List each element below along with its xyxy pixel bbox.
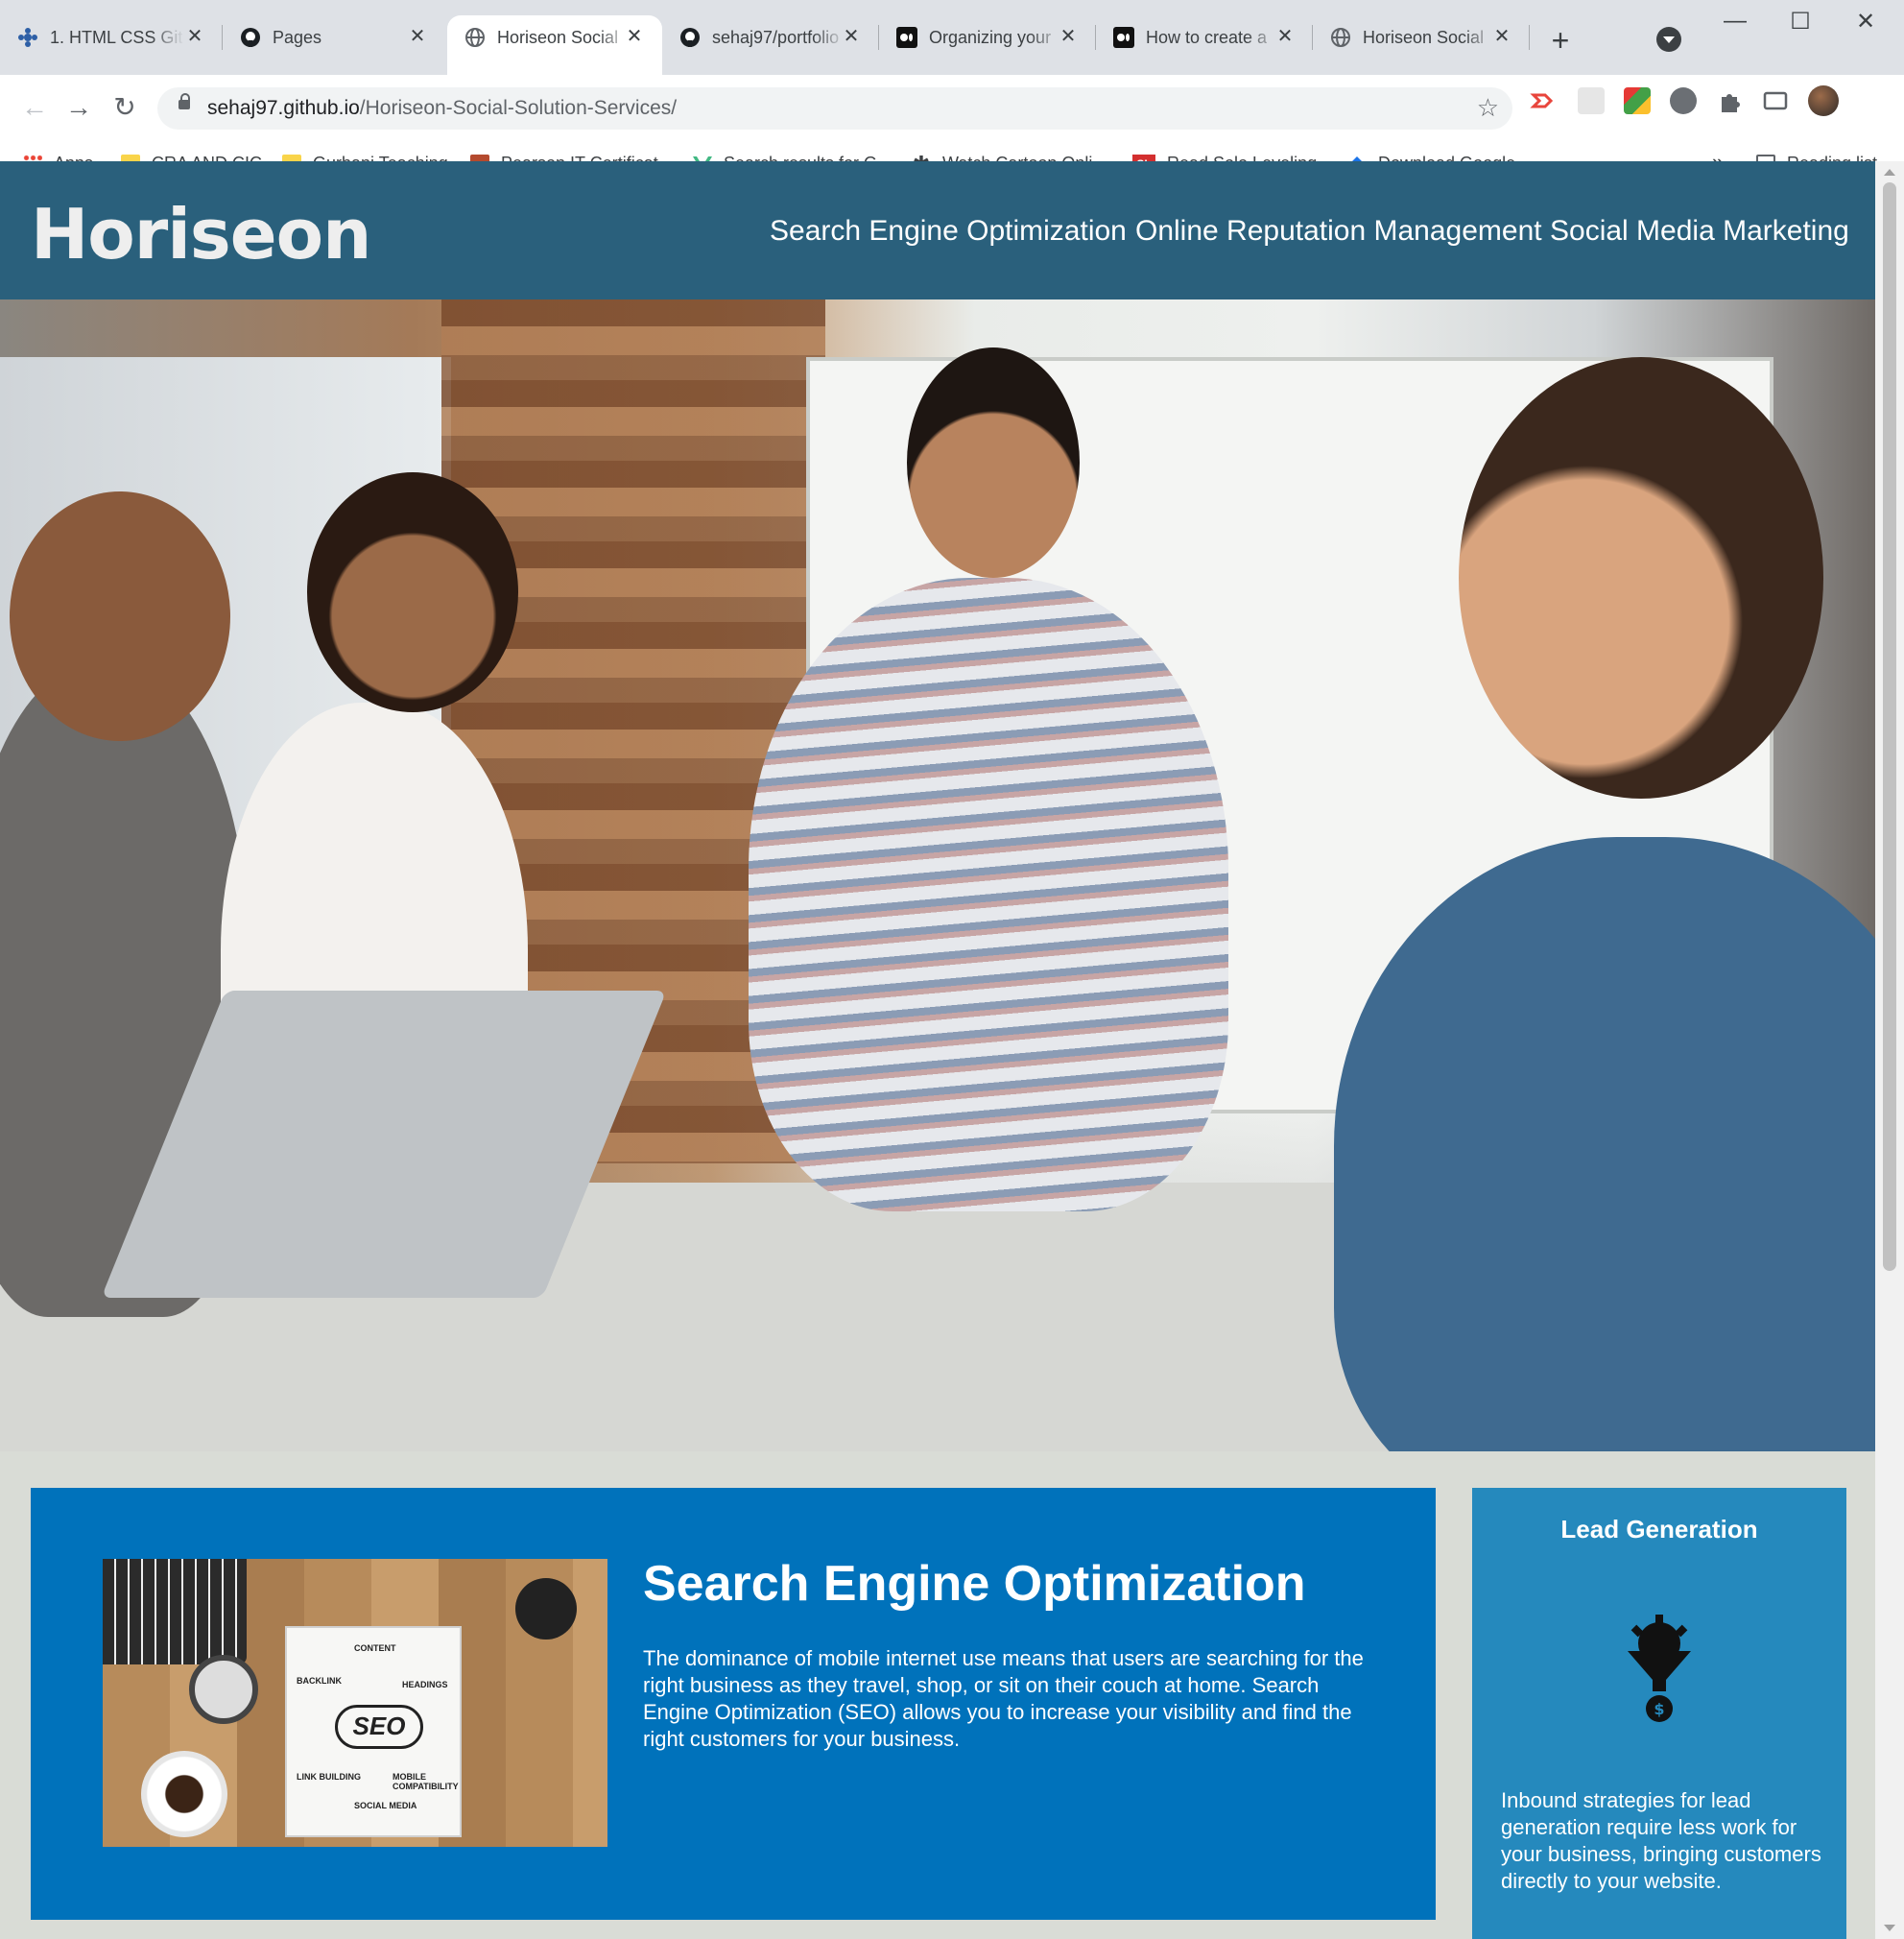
tab-separator bbox=[1529, 25, 1530, 50]
close-tab-icon[interactable]: ✕ bbox=[841, 26, 862, 47]
globe-icon bbox=[1330, 27, 1351, 48]
seo-image-label: MOBILE COMPATIBILITY bbox=[393, 1772, 459, 1791]
tab-title: sehaj97/portfolio bbox=[712, 27, 840, 47]
seo-description: The dominance of mobile internet use mea… bbox=[643, 1646, 1364, 1751]
bookmark-star-icon[interactable]: ☆ bbox=[1477, 93, 1499, 123]
close-tab-icon[interactable]: ✕ bbox=[1491, 26, 1512, 47]
funnel-icon: $ bbox=[1628, 1615, 1691, 1726]
page-viewport: Horiseon Search Engine Optimization Onli… bbox=[0, 161, 1904, 1939]
tab-title: Horiseon Social bbox=[1363, 27, 1485, 47]
profile-avatar[interactable] bbox=[1808, 85, 1839, 116]
lead-generation-card: Lead Generation $ Inbound strategies for… bbox=[1472, 1488, 1846, 1939]
tab-title: How to create a bbox=[1146, 27, 1268, 47]
seo-section: SEO CONTENT BACKLINK HEADINGS LINK BUILD… bbox=[31, 1488, 1436, 1920]
hero-head-standing bbox=[907, 347, 1080, 578]
nav-link-social[interactable]: Social Media Marketing bbox=[1550, 215, 1849, 248]
minimize-icon[interactable]: — bbox=[1706, 8, 1764, 35]
hero-person-right bbox=[1334, 837, 1875, 1451]
address-bar[interactable]: sehaj97.github.io/Horiseon-Social-Soluti… bbox=[157, 87, 1512, 130]
seo-image-label: BACKLINK bbox=[297, 1676, 342, 1686]
close-tab-icon[interactable]: ✕ bbox=[1274, 26, 1296, 47]
tab-title: Pages bbox=[273, 27, 322, 47]
close-tab-icon[interactable]: ✕ bbox=[624, 26, 645, 47]
tab-title: Organizing your bbox=[929, 27, 1052, 47]
extension-blank-icon[interactable] bbox=[1578, 87, 1605, 114]
new-tab-button[interactable]: + bbox=[1543, 23, 1578, 58]
flower-icon bbox=[17, 27, 38, 48]
browser-tab[interactable]: How to create a ✕ bbox=[1096, 15, 1313, 60]
forward-icon[interactable]: → bbox=[60, 88, 98, 127]
hero-image bbox=[0, 299, 1875, 1451]
page-scrollbar[interactable] bbox=[1875, 161, 1904, 1939]
medium-icon bbox=[896, 27, 917, 48]
nav-link-seo[interactable]: Search Engine Optimization bbox=[770, 215, 1127, 248]
browser-tab[interactable]: Horiseon Social ✕ bbox=[1313, 15, 1530, 60]
url-host: sehaj97.github.io bbox=[207, 97, 360, 119]
scroll-thumb[interactable] bbox=[1883, 182, 1896, 1271]
reload-icon[interactable]: ↻ bbox=[106, 88, 144, 127]
close-tab-icon[interactable]: ✕ bbox=[407, 26, 428, 47]
tab-title: Horiseon Social bbox=[497, 27, 619, 47]
seo-image-label: HEADINGS bbox=[402, 1680, 448, 1689]
url-text: sehaj97.github.io/Horiseon-Social-Soluti… bbox=[207, 97, 677, 120]
browser-tab[interactable]: Pages ✕ bbox=[223, 15, 445, 60]
seo-image: SEO CONTENT BACKLINK HEADINGS LINK BUILD… bbox=[103, 1559, 607, 1847]
seo-image-label: LINK BUILDING bbox=[297, 1772, 361, 1782]
hero-head-right bbox=[1459, 357, 1823, 799]
lead-generation-text: Inbound strategies for lead generation r… bbox=[1501, 1788, 1821, 1893]
seo-image-pens bbox=[515, 1578, 577, 1640]
tab-strip: 1. HTML CSS Git ✕ Pages ✕ Horiseon Socia… bbox=[0, 0, 1904, 75]
lock-icon bbox=[178, 93, 190, 109]
scroll-up-icon[interactable] bbox=[1884, 169, 1895, 176]
github-icon bbox=[240, 27, 261, 48]
medium-icon bbox=[1113, 27, 1134, 48]
site-logo[interactable]: Horiseon bbox=[31, 194, 371, 275]
nav-link-reputation[interactable]: Online Reputation Management bbox=[1135, 215, 1542, 248]
browser-tab-active[interactable]: Horiseon Social ✕ bbox=[447, 15, 662, 75]
hero-person-standing bbox=[749, 578, 1228, 1211]
svg-text:$: $ bbox=[1654, 1700, 1664, 1718]
seo-image-coffee bbox=[141, 1751, 227, 1837]
hero-head-woman bbox=[307, 472, 518, 712]
browser-tab[interactable]: 1. HTML CSS Git ✕ bbox=[0, 15, 223, 60]
extensions-puzzle-icon[interactable] bbox=[1716, 87, 1743, 114]
browser-tab[interactable]: sehaj97/portfolio ✕ bbox=[662, 15, 879, 60]
url-path: /Horiseon-Social-Solution-Services/ bbox=[359, 97, 678, 119]
tab-title: 1. HTML CSS Git bbox=[50, 27, 183, 47]
scroll-down-icon[interactable] bbox=[1884, 1925, 1895, 1931]
seo-title: Search Engine Optimization bbox=[643, 1556, 1306, 1612]
maximize-icon[interactable]: ☐ bbox=[1772, 8, 1829, 36]
back-icon[interactable]: ← bbox=[15, 88, 54, 127]
close-tab-icon[interactable]: ✕ bbox=[184, 26, 205, 47]
globe-icon bbox=[464, 27, 486, 48]
seo-image-magnifier bbox=[189, 1655, 258, 1724]
close-window-icon[interactable]: ✕ bbox=[1837, 8, 1894, 36]
extension-colorful-icon[interactable] bbox=[1624, 87, 1651, 114]
seo-image-label: CONTENT bbox=[354, 1643, 396, 1653]
lead-generation-title: Lead Generation bbox=[1560, 1515, 1758, 1544]
extension-arrow-icon[interactable] bbox=[1530, 87, 1557, 114]
close-tab-icon[interactable]: ✕ bbox=[1058, 26, 1079, 47]
github-icon bbox=[679, 27, 701, 48]
browser-toolbar: ← → ↻ sehaj97.github.io/Horiseon-Social-… bbox=[0, 75, 1904, 184]
seo-image-label: SOCIAL MEDIA bbox=[354, 1801, 417, 1810]
cast-icon[interactable] bbox=[1762, 87, 1789, 114]
seo-image-center-label: SEO bbox=[335, 1705, 423, 1749]
seo-image-keyboard bbox=[103, 1559, 247, 1664]
browser-tab[interactable]: Organizing your ✕ bbox=[879, 15, 1096, 60]
hero-head-left bbox=[10, 491, 230, 741]
site-header: Horiseon Search Engine Optimization Onli… bbox=[0, 161, 1875, 299]
extension-circle-icon[interactable] bbox=[1670, 87, 1697, 114]
seo-image-notebook: SEO CONTENT BACKLINK HEADINGS LINK BUILD… bbox=[285, 1626, 462, 1837]
tab-search-icon[interactable] bbox=[1656, 27, 1681, 52]
